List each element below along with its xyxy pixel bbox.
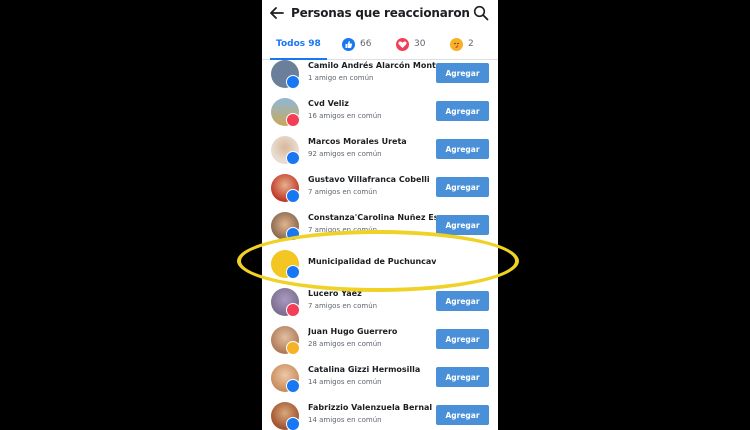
search-icon[interactable] xyxy=(473,5,489,21)
add-friend-button[interactable]: Agregar xyxy=(436,367,489,387)
like-badge-icon xyxy=(286,75,300,89)
add-friend-button[interactable]: Agregar xyxy=(436,63,489,83)
like-badge-icon xyxy=(286,417,300,430)
list-item[interactable]: Lucero Yáez 7 amigos en común Agregar xyxy=(262,285,498,323)
like-badge-icon xyxy=(286,379,300,393)
back-arrow-icon[interactable] xyxy=(269,5,285,21)
add-friend-button[interactable]: Agregar xyxy=(436,101,489,121)
like-count: 66 xyxy=(360,39,372,49)
add-friend-button[interactable]: Agregar xyxy=(436,177,489,197)
list-item[interactable]: Constanza'Carolina Nuñez Es… 7 amigos en… xyxy=(262,209,498,247)
love-count: 30 xyxy=(414,39,426,49)
like-badge-icon xyxy=(286,227,300,241)
tab-care[interactable]: 2 xyxy=(450,28,474,60)
add-friend-button[interactable]: Agregar xyxy=(436,215,489,235)
mutual-friends: 16 amigos en común xyxy=(308,112,382,120)
mutual-friends: 7 amigos en común xyxy=(308,188,378,196)
care-icon xyxy=(450,37,463,51)
tab-all[interactable]: Todos 98 xyxy=(270,28,327,60)
tab-love[interactable]: 30 xyxy=(396,28,425,60)
list-item[interactable]: Catalina Gizzi Hermosilla 14 amigos en c… xyxy=(262,361,498,399)
add-friend-button[interactable]: Agregar xyxy=(436,291,489,311)
phone-screen: Personas que reaccionaron Todos 98 66 30 xyxy=(262,0,498,430)
add-friend-button[interactable]: Agregar xyxy=(436,405,489,425)
mutual-friends: 1 amigo en común xyxy=(308,74,374,82)
heart-badge-icon xyxy=(286,303,300,317)
person-name[interactable]: Lucero Yáez xyxy=(308,289,436,298)
like-badge-icon xyxy=(286,189,300,203)
mutual-friends: 28 amigos en común xyxy=(308,340,382,348)
list-item[interactable]: Juan Hugo Guerrero 28 amigos en común Ag… xyxy=(262,323,498,361)
add-friend-button[interactable]: Agregar xyxy=(436,139,489,159)
page-title: Personas que reaccionaron xyxy=(291,6,470,20)
add-friend-button[interactable]: Agregar xyxy=(436,329,489,349)
care-count: 2 xyxy=(468,39,474,49)
like-badge-icon xyxy=(286,265,300,279)
care-badge-icon xyxy=(286,341,300,355)
tab-all-label: Todos 98 xyxy=(276,39,321,49)
person-name[interactable]: Camilo Andrés Alarcón Mont… xyxy=(308,61,436,70)
mutual-friends: 92 amigos en común xyxy=(308,150,382,158)
like-icon xyxy=(342,37,355,51)
list-item[interactable]: Municipalidad de Puchuncaví xyxy=(262,247,498,285)
list-item[interactable]: Fabrizzio Valenzuela Bernal 14 amigos en… xyxy=(262,399,498,430)
heart-badge-icon xyxy=(286,113,300,127)
reaction-tabs: Todos 98 66 30 2 xyxy=(262,28,498,60)
list-item[interactable]: Gustavo Villafranca Cobelli 7 amigos en … xyxy=(262,171,498,209)
list-item[interactable]: Marcos Morales Ureta 92 amigos en común … xyxy=(262,133,498,171)
heart-icon xyxy=(396,37,409,51)
person-name[interactable]: Gustavo Villafranca Cobelli xyxy=(308,175,436,184)
person-name[interactable]: Juan Hugo Guerrero xyxy=(308,327,436,336)
mutual-friends: 14 amigos en común xyxy=(308,416,382,424)
person-name[interactable]: Marcos Morales Ureta xyxy=(308,137,436,146)
person-name[interactable]: Cvd Veliz xyxy=(308,99,436,108)
list-item[interactable]: Cvd Veliz 16 amigos en común Agregar xyxy=(262,95,498,133)
person-name[interactable]: Municipalidad de Puchuncaví xyxy=(308,257,436,266)
person-name[interactable]: Fabrizzio Valenzuela Bernal xyxy=(308,403,436,412)
top-bar: Personas que reaccionaron xyxy=(262,0,498,28)
like-badge-icon xyxy=(286,151,300,165)
mutual-friends: 7 amigos en común xyxy=(308,302,378,310)
mutual-friends: 14 amigos en común xyxy=(308,378,382,386)
person-name[interactable]: Catalina Gizzi Hermosilla xyxy=(308,365,436,374)
tab-like[interactable]: 66 xyxy=(342,28,371,60)
mutual-friends: 7 amigos en común xyxy=(308,226,378,234)
person-name[interactable]: Constanza'Carolina Nuñez Es… xyxy=(308,213,436,222)
list-item[interactable]: Camilo Andrés Alarcón Mont… 1 amigo en c… xyxy=(262,57,498,95)
